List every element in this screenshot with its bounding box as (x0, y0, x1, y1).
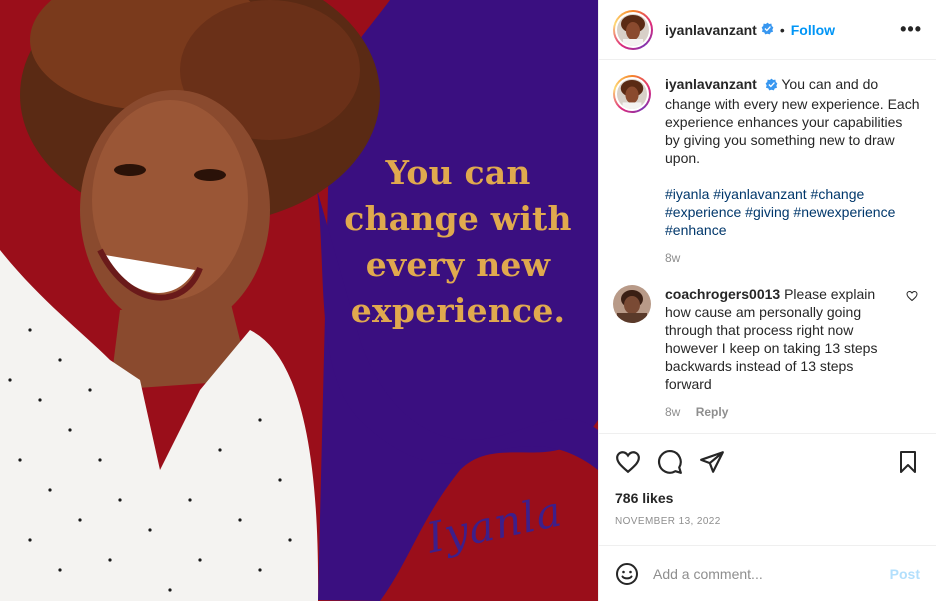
more-icon[interactable]: ••• (900, 19, 922, 40)
add-comment-bar: Post (599, 545, 936, 601)
caption-author[interactable]: iyanlavanzant (665, 76, 757, 92)
heart-icon[interactable] (615, 449, 641, 475)
avatar-illustration (617, 13, 649, 46)
comment-input[interactable] (653, 565, 880, 582)
instagram-post: You can change with every new experience… (0, 0, 936, 601)
avatar-inner (615, 77, 649, 111)
reply-button[interactable]: Reply (696, 405, 729, 419)
comment-icon[interactable] (657, 449, 683, 475)
comments-list: iyanlavanzant You can and do change with… (599, 61, 936, 433)
action-bar (599, 433, 936, 489)
post-header: iyanlavanzant • Follow ••• (599, 0, 936, 60)
comment-item: coachrogers0013 Please explain how cause… (613, 285, 920, 421)
follow-button[interactable]: Follow (791, 22, 835, 38)
caption: iyanlavanzant You can and do change with… (613, 75, 920, 267)
quote-text: You can change with every new experience… (344, 153, 572, 330)
verified-icon (765, 77, 778, 95)
comment-age: 8w (665, 405, 681, 419)
caption-meta: 8w (665, 249, 920, 267)
post-image[interactable]: You can change with every new experience… (0, 0, 598, 601)
avatar-image (617, 13, 649, 46)
share-icon[interactable] (699, 449, 725, 475)
verified-icon (761, 22, 774, 38)
header-avatar[interactable] (613, 9, 653, 50)
caption-age: 8w (665, 251, 681, 265)
save-icon[interactable] (896, 450, 920, 474)
caption-body: iyanlavanzant You can and do change with… (665, 75, 920, 267)
likes-count[interactable]: 786 likes (615, 490, 673, 506)
comment-author[interactable]: coachrogers0013 (665, 286, 780, 302)
header-separator: • (779, 21, 785, 38)
post-date: NOVEMBER 13, 2022 (615, 516, 721, 527)
comment-body: coachrogers0013 Please explain how cause… (665, 285, 900, 421)
header-username[interactable]: iyanlavanzant (665, 22, 757, 38)
avatar-illustration (617, 79, 647, 109)
comment-like-icon[interactable] (906, 289, 920, 421)
avatar-image (617, 79, 647, 109)
caption-hashtags[interactable]: #iyanla #iyanlavanzant #change #experien… (665, 185, 920, 239)
avatar-inner (615, 11, 651, 48)
post-details-panel: iyanlavanzant • Follow ••• iyanlavanzant… (598, 0, 936, 601)
emoji-icon[interactable] (615, 562, 639, 586)
post-button[interactable]: Post (890, 566, 920, 582)
comment-avatar[interactable] (613, 285, 651, 323)
caption-avatar[interactable] (613, 75, 651, 113)
commenter-avatar-image (613, 285, 651, 323)
comment-meta: 8w Reply (665, 403, 900, 421)
